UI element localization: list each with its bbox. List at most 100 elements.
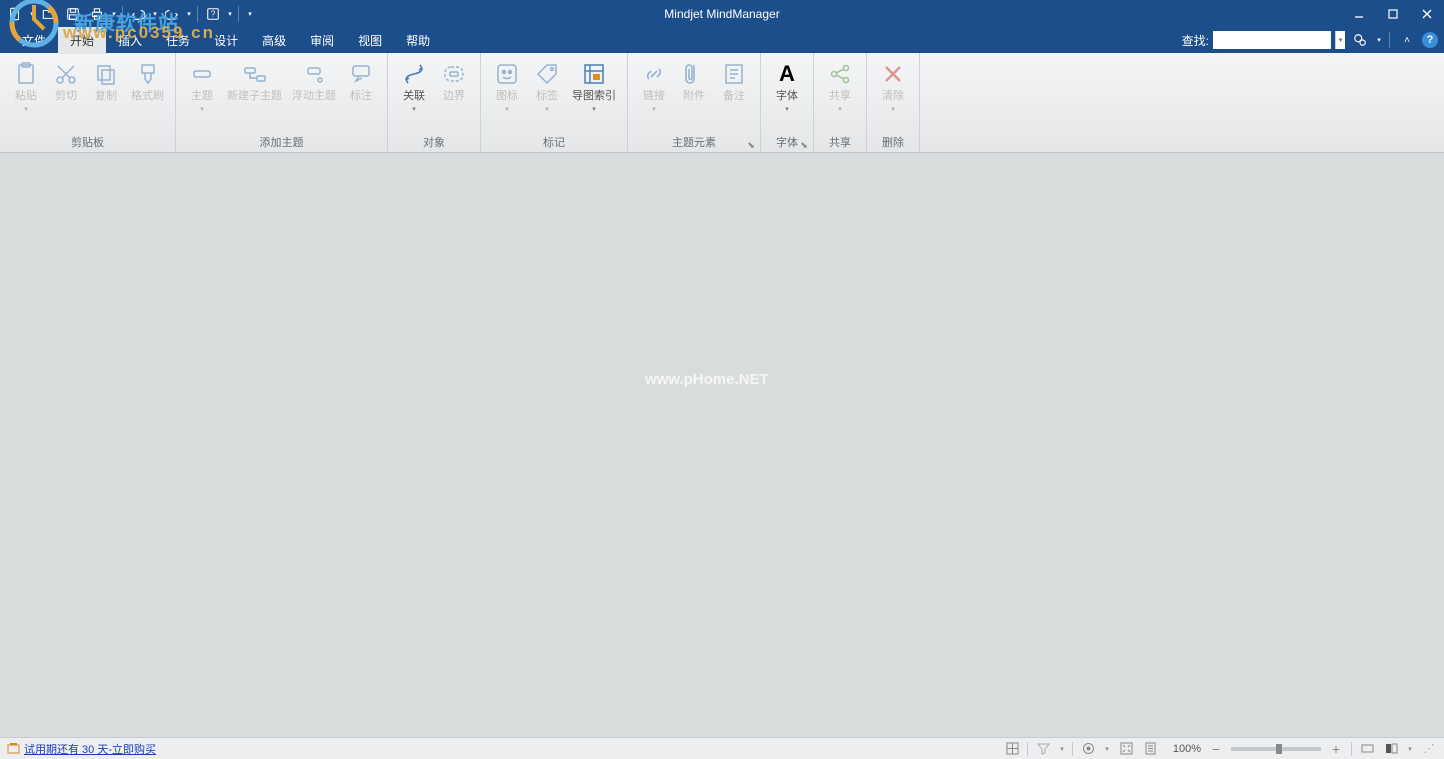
- taskpane-dropdown[interactable]: ▾: [1406, 745, 1414, 753]
- status-sep-2: [1072, 742, 1073, 756]
- filter-dropdown[interactable]: ▾: [1058, 745, 1066, 753]
- zoom-slider[interactable]: [1231, 747, 1321, 751]
- ribbon-button-label: 标签: [536, 90, 558, 103]
- link-icon: [640, 60, 668, 88]
- fit-window-button[interactable]: [1117, 740, 1135, 758]
- title-bar: ▾ ▾ ▾ ▾ ? ▾ ▾ Mindjet MindManager: [0, 0, 1444, 27]
- qat-customize-dropdown[interactable]: ▾: [243, 10, 257, 18]
- help-button[interactable]: ?: [1422, 32, 1438, 48]
- group-label: 对象: [388, 134, 480, 152]
- zoom-level[interactable]: 100%: [1165, 743, 1201, 755]
- dialog-launcher-icon[interactable]: ⬊: [745, 139, 757, 151]
- attach-icon: [680, 60, 708, 88]
- redo-dropdown[interactable]: ▾: [185, 10, 193, 18]
- zoom-target-dropdown[interactable]: ▾: [1103, 745, 1111, 753]
- dropdown-arrow-icon: ▾: [545, 105, 549, 113]
- menu-insert[interactable]: 插入: [106, 27, 154, 54]
- save-button[interactable]: [62, 3, 84, 25]
- canvas[interactable]: www.pHome.NET: [0, 153, 1444, 737]
- menu-home[interactable]: 开始: [58, 27, 106, 54]
- view-mode-button[interactable]: [1358, 740, 1376, 758]
- ribbon-share-button: 共享▾: [820, 57, 860, 113]
- undo-dropdown[interactable]: ▾: [151, 10, 159, 18]
- subtopic-icon: [241, 60, 269, 88]
- ribbon-button-label: 关联: [403, 90, 425, 103]
- maximize-button[interactable]: [1376, 0, 1410, 27]
- ribbon-float-button: 浮动主题: [287, 57, 341, 103]
- ribbon-clear-button: 清除▾: [873, 57, 913, 113]
- collapse-ribbon-button[interactable]: ˄: [1396, 29, 1418, 51]
- dropdown-arrow-icon: ▾: [200, 105, 204, 113]
- ribbon-group-2: 关联▾边界对象: [388, 53, 481, 152]
- search-go-button[interactable]: [1349, 30, 1371, 50]
- group-buttons: A字体▾: [761, 53, 813, 134]
- taskpane-button[interactable]: [1382, 740, 1400, 758]
- search-options-dropdown[interactable]: ▾: [1375, 36, 1383, 44]
- ribbon-group-4: 链接▾附件备注主题元素⬊: [628, 53, 761, 152]
- group-label: 删除: [867, 134, 919, 152]
- search-input[interactable]: [1213, 31, 1331, 49]
- ribbon-relation-button[interactable]: 关联▾: [394, 57, 434, 113]
- menu-file[interactable]: 文件: [10, 27, 58, 54]
- qat-separator-3: [238, 6, 239, 22]
- search-dropdown[interactable]: ▾: [1335, 31, 1345, 49]
- menu-review[interactable]: 审阅: [298, 27, 346, 54]
- ribbon-group-0: 粘贴▾剪切复制格式刷剪贴板: [0, 53, 176, 152]
- ribbon-font-button[interactable]: A字体▾: [767, 57, 807, 113]
- new-file-dropdown[interactable]: ▾: [28, 10, 36, 18]
- status-sep-3: [1351, 742, 1352, 756]
- undo-button[interactable]: [127, 3, 149, 25]
- group-label: 字体⬊: [761, 134, 813, 152]
- zoom-in-button[interactable]: +: [1327, 740, 1345, 758]
- minimize-button[interactable]: [1342, 0, 1376, 27]
- print-button[interactable]: [86, 3, 108, 25]
- ribbon-button-label: 粘贴: [15, 90, 37, 103]
- search-label: 查找:: [1182, 32, 1209, 49]
- help-qat-dropdown[interactable]: ▾: [226, 10, 234, 18]
- status-bar: 试用期还有 30 天-立即购买 ▾ ▾ 100% − + ▾ ⋰: [0, 737, 1444, 759]
- status-sep-1: [1027, 742, 1028, 756]
- qat-separator-2: [197, 6, 198, 22]
- menu-advanced[interactable]: 高级: [250, 27, 298, 54]
- menu-help[interactable]: 帮助: [394, 27, 442, 54]
- ribbon-group-7: 清除▾ 删除: [867, 53, 920, 152]
- close-button[interactable]: [1410, 0, 1444, 27]
- redo-button[interactable]: [161, 3, 183, 25]
- notes-icon: [720, 60, 748, 88]
- ribbon-button-label: 备注: [723, 90, 745, 103]
- cut-icon: [52, 60, 80, 88]
- resize-grip[interactable]: ⋰: [1420, 740, 1438, 758]
- help-qat-button[interactable]: ?: [202, 3, 224, 25]
- svg-text:?: ?: [211, 9, 216, 18]
- view-map-button[interactable]: [1003, 740, 1021, 758]
- brush-icon: [134, 60, 162, 88]
- window-controls: [1342, 0, 1444, 27]
- ribbon-index-button[interactable]: 导图索引▾: [567, 57, 621, 113]
- zoom-target-button[interactable]: [1079, 740, 1097, 758]
- trial-icon: [6, 742, 20, 756]
- menu-view[interactable]: 视图: [346, 27, 394, 54]
- group-buttons: 共享▾: [814, 53, 866, 134]
- ribbon-button-label: 格式刷: [131, 90, 164, 103]
- clear-icon: [879, 60, 907, 88]
- open-file-button[interactable]: [38, 3, 60, 25]
- filter-button[interactable]: [1034, 740, 1052, 758]
- ribbon-button-label: 主题: [191, 90, 213, 103]
- print-dropdown[interactable]: ▾: [110, 10, 118, 18]
- qat-separator: [122, 6, 123, 22]
- new-file-button[interactable]: [4, 3, 26, 25]
- font-icon: A: [773, 60, 801, 88]
- ribbon-cut-button: 剪切: [46, 57, 86, 103]
- zoom-out-button[interactable]: −: [1207, 740, 1225, 758]
- dropdown-arrow-icon: ▾: [592, 105, 596, 113]
- menu-task[interactable]: 任务: [154, 27, 202, 54]
- dropdown-arrow-icon: ▾: [652, 105, 656, 113]
- topic-icon: [188, 60, 216, 88]
- zoom-slider-thumb[interactable]: [1276, 744, 1282, 754]
- fit-page-button[interactable]: [1141, 740, 1159, 758]
- menu-design[interactable]: 设计: [202, 27, 250, 54]
- dialog-launcher-icon[interactable]: ⬊: [798, 139, 810, 151]
- dropdown-arrow-icon: ▾: [505, 105, 509, 113]
- trial-purchase-link[interactable]: 试用期还有 30 天-立即购买: [24, 741, 156, 757]
- ribbon-link-button: 链接▾: [634, 57, 674, 113]
